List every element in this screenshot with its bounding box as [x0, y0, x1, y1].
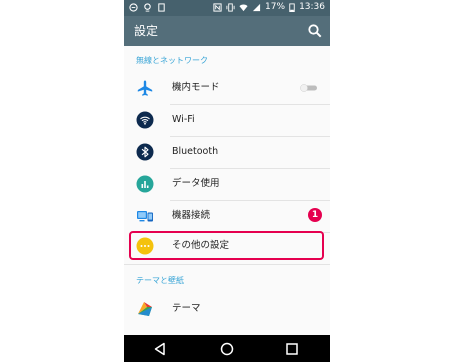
sim-icon	[158, 3, 165, 12]
device-connection-icon	[137, 211, 153, 222]
airplane-icon	[137, 80, 153, 96]
settings-item-label: Bluetooth	[172, 146, 219, 157]
section-header-wireless: 無線とネットワーク	[136, 56, 208, 65]
battery-percent: 17%	[265, 2, 286, 12]
vibrate-icon	[226, 3, 235, 12]
settings-item-label: 機内モード	[172, 82, 220, 93]
bluetooth-icon	[136, 143, 154, 161]
settings-item-data-usage[interactable]: データ使用	[124, 168, 330, 200]
search-icon[interactable]	[307, 23, 323, 39]
signal-icon	[252, 3, 261, 12]
section-divider	[124, 264, 330, 265]
airplane-mode-toggle[interactable]	[300, 84, 318, 92]
settings-item-airplane-mode[interactable]: 機内モード	[124, 72, 330, 104]
section-header-theme: テーマと壁紙	[136, 276, 184, 285]
nfc-icon	[213, 3, 222, 12]
data-usage-icon	[136, 175, 154, 193]
battery-icon	[289, 3, 295, 12]
settings-item-label: データ使用	[172, 178, 220, 189]
wifi-icon	[239, 4, 248, 12]
wifi-icon	[136, 111, 154, 129]
settings-item-label: Wi-Fi	[172, 114, 195, 125]
settings-item-theme[interactable]: テーマ	[124, 293, 330, 325]
navigation-bar	[124, 335, 330, 362]
highlight-box	[129, 231, 324, 260]
location-icon	[144, 3, 151, 12]
message-icon	[129, 3, 138, 12]
phone-screen: 17% 13:36 設定 無線とネットワーク 機内モード Wi-Fi Bluet…	[124, 0, 330, 362]
settings-item-bluetooth[interactable]: Bluetooth	[124, 136, 330, 168]
settings-item-device-connection[interactable]: 機器接続	[124, 200, 330, 232]
settings-item-label: 機器接続	[172, 210, 211, 221]
back-icon[interactable]	[152, 341, 168, 357]
page-title: 設定	[134, 24, 159, 38]
settings-item-wifi[interactable]: Wi-Fi	[124, 104, 330, 136]
settings-item-label: テーマ	[172, 303, 201, 314]
callout-badge: 1	[308, 208, 322, 222]
clock: 13:36	[299, 2, 325, 12]
app-bar: 設定	[124, 16, 330, 46]
status-bar: 17% 13:36	[124, 0, 330, 16]
theme-icon	[138, 302, 152, 316]
recent-apps-icon[interactable]	[284, 341, 300, 357]
home-icon[interactable]	[219, 341, 235, 357]
